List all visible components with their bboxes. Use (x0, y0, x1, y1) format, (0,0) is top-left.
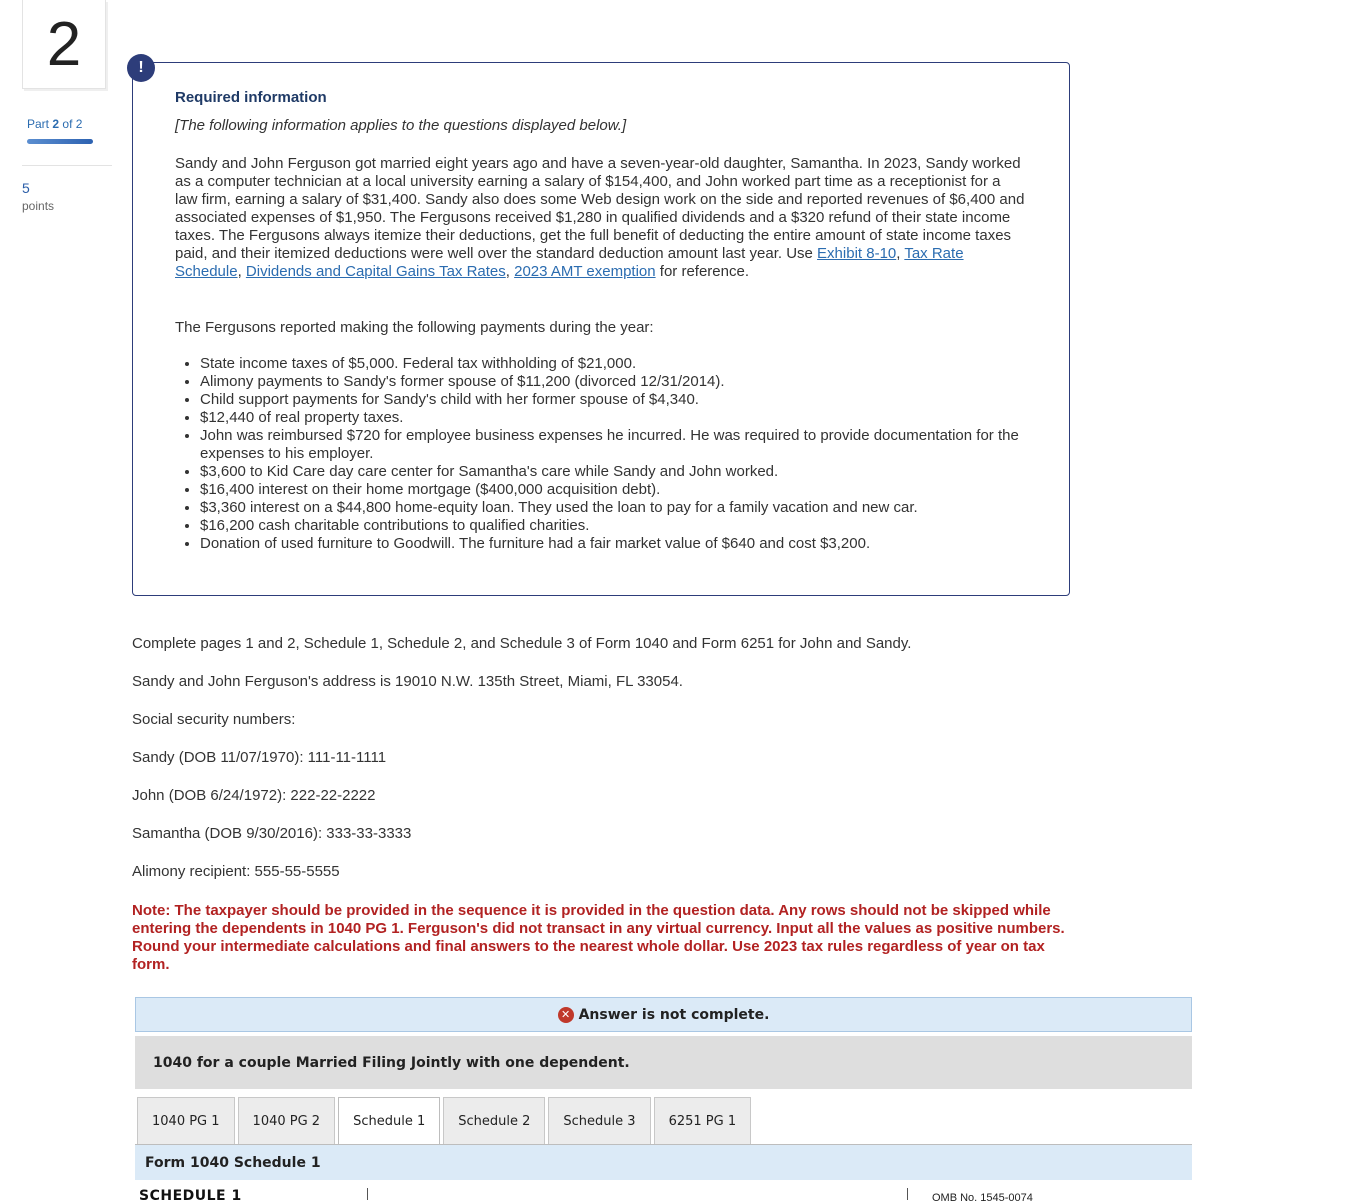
link-amt-exemption[interactable]: 2023 AMT exemption (514, 263, 655, 280)
points-label: points (22, 199, 55, 213)
payments-intro: The Fergusons reported making the follow… (175, 319, 654, 336)
required-info-title: Required information (175, 89, 327, 106)
link-exhibit-8-10[interactable]: Exhibit 8-10 (817, 245, 896, 262)
link-separator: , (237, 263, 246, 280)
link-separator: , (505, 263, 515, 280)
list-item: Donation of used furniture to Goodwill. … (200, 535, 1060, 553)
answer-subtitle: 1040 for a couple Married Filing Jointly… (135, 1036, 1192, 1089)
question-number: 2 (22, 0, 106, 89)
list-item: John was reimbursed $720 for employee bu… (200, 427, 1060, 463)
link-dividends-capital-gains[interactable]: Dividends and Capital Gains Tax Rates (246, 263, 506, 280)
tab-1040-pg1[interactable]: 1040 PG 1 (137, 1097, 235, 1144)
instruction-ssn-alimony: Alimony recipient: 555-55-5555 (132, 863, 340, 880)
list-item: $16,400 interest on their home mortgage … (200, 481, 1060, 499)
required-info-box: Required information [The following info… (132, 62, 1070, 596)
points-value: 5 (22, 180, 30, 196)
form-divider (907, 1188, 908, 1200)
tab-schedule-1[interactable]: Schedule 1 (338, 1097, 441, 1145)
note-text: Note: The taxpayer should be provided in… (132, 902, 1065, 973)
x-circle-icon: ✕ (557, 1006, 574, 1023)
form-tabs: 1040 PG 1 1040 PG 2 Schedule 1 Schedule … (137, 1097, 752, 1145)
answer-status-banner: ✕ Answer is not complete. (135, 997, 1192, 1032)
part-indicator: Part 2 of 2 (27, 117, 82, 131)
part-progress-bar (27, 139, 93, 144)
rail-divider (22, 165, 112, 166)
list-item: $12,440 of real property taxes. (200, 409, 1060, 427)
instruction-address: Sandy and John Ferguson's address is 190… (132, 673, 683, 690)
form-title: Form 1040 Schedule 1 (135, 1145, 1192, 1180)
payments-list: State income taxes of $5,000. Federal ta… (175, 355, 1060, 553)
list-item: Alimony payments to Sandy's former spous… (200, 373, 1060, 391)
instruction-ssn-heading: Social security numbers: (132, 711, 296, 728)
list-item: $3,600 to Kid Care day care center for S… (200, 463, 1060, 481)
instruction-ssn-sandy: Sandy (DOB 11/07/1970): 111-11-1111 (132, 749, 387, 766)
tab-schedule-3[interactable]: Schedule 3 (548, 1097, 651, 1144)
part-total: of 2 (62, 117, 83, 131)
tab-1040-pg2[interactable]: 1040 PG 2 (237, 1097, 336, 1144)
list-item: $16,200 cash charitable contributions to… (200, 517, 1060, 535)
exclamation-icon: ! (127, 54, 155, 82)
list-item: State income taxes of $5,000. Federal ta… (200, 355, 1060, 373)
answer-status-text: Answer is not complete. (578, 1006, 770, 1023)
scenario-text-end: for reference. (655, 263, 749, 280)
required-info-note: [The following information applies to th… (175, 117, 627, 134)
form-divider (367, 1188, 368, 1200)
part-current: 2 (52, 117, 60, 131)
scenario-paragraph: Sandy and John Ferguson got married eigh… (175, 155, 1025, 281)
tab-6251-pg1[interactable]: 6251 PG 1 (653, 1097, 752, 1144)
instruction-complete-forms: Complete pages 1 and 2, Schedule 1, Sche… (132, 635, 912, 652)
omb-number: OMB No. 1545-0074 (932, 1192, 1033, 1204)
list-item: $3,360 interest on a $44,800 home-equity… (200, 499, 1060, 517)
part-word: Part (27, 117, 50, 131)
instruction-ssn-john: John (DOB 6/24/1972): 222-22-2222 (132, 787, 376, 804)
schedule-label: SCHEDULE 1 (139, 1188, 242, 1204)
tab-schedule-2[interactable]: Schedule 2 (443, 1097, 546, 1144)
instruction-ssn-samantha: Samantha (DOB 9/30/2016): 333-33-3333 (132, 825, 412, 842)
list-item: Child support payments for Sandy's child… (200, 391, 1060, 409)
